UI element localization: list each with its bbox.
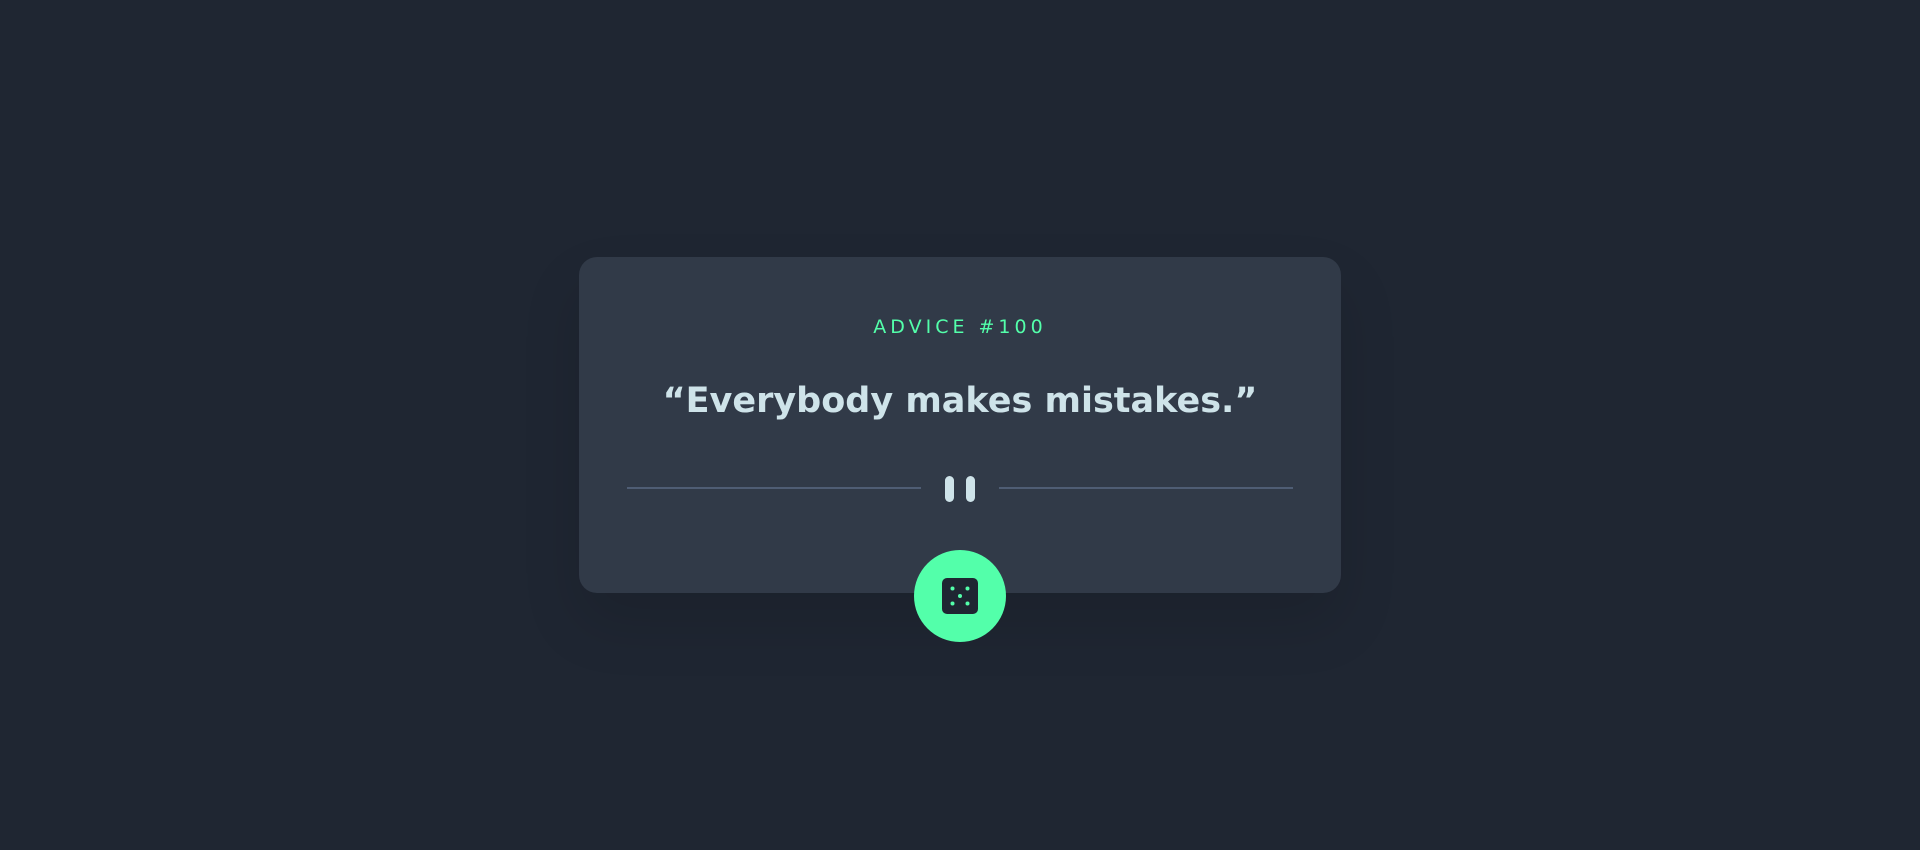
advice-quote: “Everybody makes mistakes.”	[662, 381, 1258, 421]
advice-card: ADVICE #100 “Everybody makes mistakes.”	[579, 257, 1341, 593]
divider-line-left	[627, 487, 921, 489]
generate-advice-button[interactable]	[914, 550, 1006, 642]
pause-icon	[945, 476, 975, 502]
dice-icon	[942, 578, 978, 614]
divider-line-right	[999, 487, 1293, 489]
advice-number: ADVICE #100	[873, 316, 1047, 338]
